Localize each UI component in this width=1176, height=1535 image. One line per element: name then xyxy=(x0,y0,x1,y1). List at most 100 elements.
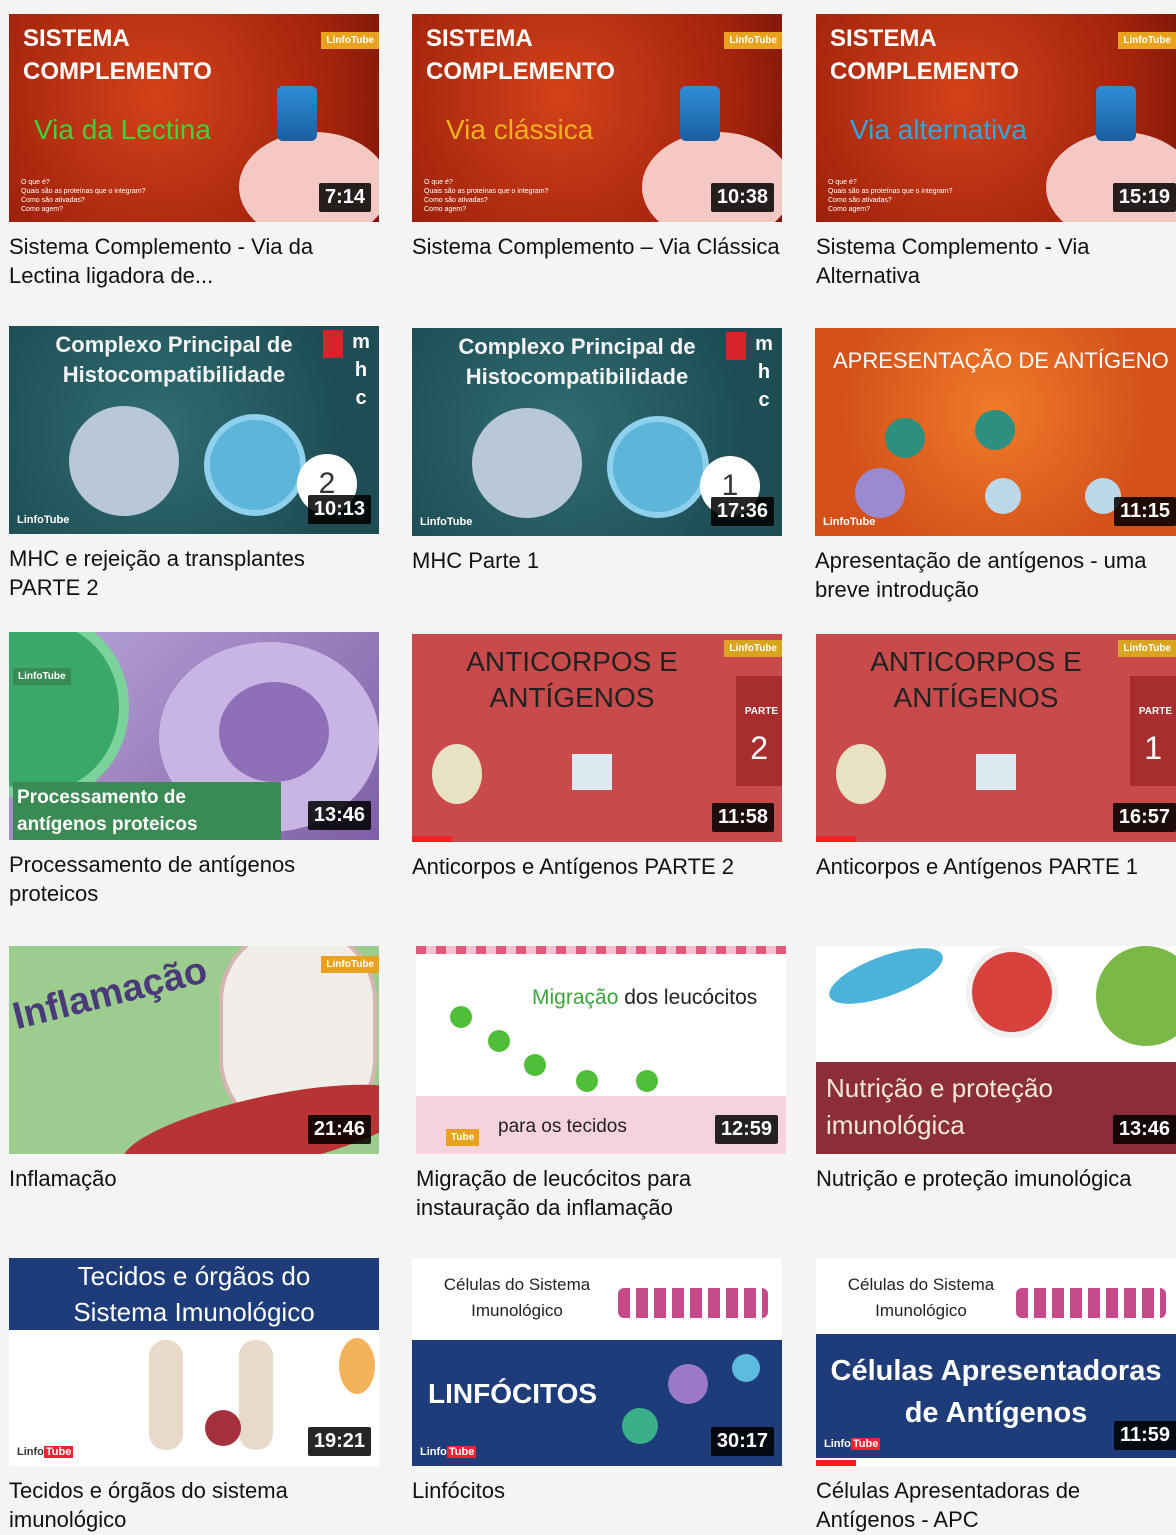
channel-logo: LinfoTube xyxy=(321,956,379,973)
video-title[interactable]: Tecidos e órgãos do sistema imunológico xyxy=(9,1476,379,1534)
video-thumbnail[interactable]: ANTICORPOS E ANTÍGENOS LinfoTube PARTE 2… xyxy=(412,634,782,842)
channel-logo: LinfoTube xyxy=(420,1446,477,1458)
video-duration: 10:13 xyxy=(307,495,371,524)
leukocyte-illustration xyxy=(488,1030,510,1052)
leukocyte-illustration xyxy=(636,1070,658,1092)
channel-logo: LinfoTube xyxy=(17,514,70,526)
thumb-heading: ANTICORPOS E ANTÍGENOS xyxy=(870,646,1082,713)
video-thumbnail[interactable]: Migração dos leucócitos para os tecidos … xyxy=(416,946,786,1154)
video-card[interactable]: Inflamação LinfoTube 21:46 Inflamação xyxy=(9,946,379,1193)
video-thumbnail[interactable]: Processamento de antígenos proteicos Lin… xyxy=(9,632,379,840)
video-card[interactable]: ANTICORPOS E ANTÍGENOS LinfoTube PARTE 2… xyxy=(412,634,782,881)
video-card[interactable]: Nutrição e proteção imunológica 13:46 Nu… xyxy=(816,946,1176,1193)
thumb-heading: Nutrição e proteção imunológica xyxy=(826,1073,1053,1140)
thumb-heading: Tecidos e órgãos do Sistema Imunológico xyxy=(73,1261,315,1327)
video-title[interactable]: Apresentação de antígenos - uma breve in… xyxy=(815,546,1176,604)
video-card[interactable]: Células do Sistema Imunológico LINFÓCITO… xyxy=(412,1258,782,1505)
video-card[interactable]: Células do Sistema Imunológico Células A… xyxy=(816,1258,1176,1534)
video-card[interactable]: Migração dos leucócitos para os tecidos … xyxy=(416,946,786,1222)
channel-illustration xyxy=(277,86,317,141)
video-title[interactable]: Migração de leucócitos para instauração … xyxy=(416,1164,786,1222)
video-thumbnail[interactable]: Células do Sistema Imunológico LINFÓCITO… xyxy=(412,1258,782,1466)
cells-tree-illustration xyxy=(618,1288,768,1318)
antibody-illustration xyxy=(572,754,612,790)
video-duration: 16:57 xyxy=(1112,803,1176,832)
video-thumbnail[interactable]: LinfoTube SISTEMA COMPLEMENTO Via altern… xyxy=(816,14,1176,222)
video-thumbnail[interactable]: APRESENTAÇÃO DE ANTÍGENO LinfoTube 11:15 xyxy=(815,328,1176,536)
video-thumbnail[interactable]: LinfoTube SISTEMA COMPLEMENTO Via da Lec… xyxy=(9,14,379,222)
cell-illustration xyxy=(9,632,129,802)
video-thumbnail[interactable]: Células do Sistema Imunológico Células A… xyxy=(816,1258,1176,1466)
video-thumbnail[interactable]: Complexo Principal de Histocompatibilida… xyxy=(412,328,782,536)
video-title[interactable]: Sistema Complemento – Via Clássica xyxy=(412,232,782,261)
thumb-subtitle: Via da Lectina xyxy=(34,114,211,145)
video-duration: 7:14 xyxy=(318,183,371,212)
thumb-heading: APRESENTAÇÃO DE ANTÍGENO xyxy=(833,348,1169,373)
cell-illustration xyxy=(732,1354,760,1382)
video-duration: 30:17 xyxy=(710,1427,774,1456)
video-card[interactable]: LinfoTube SISTEMA COMPLEMENTO Via clássi… xyxy=(412,14,782,261)
video-thumbnail[interactable]: Nutrição e proteção imunológica 13:46 xyxy=(816,946,1176,1154)
mhc-label-bar xyxy=(323,330,343,358)
video-title[interactable]: Células Apresentadoras de Antígenos - AP… xyxy=(816,1476,1176,1534)
heart-food-illustration xyxy=(966,946,1058,1038)
thumb-heading: Processamento de antígenos proteicos xyxy=(13,782,281,840)
channel-logo: LinfoTube xyxy=(1118,32,1176,49)
video-card[interactable]: Complexo Principal de Histocompatibilida… xyxy=(412,328,782,575)
video-card[interactable]: Processamento de antígenos proteicos Lin… xyxy=(9,632,379,908)
video-duration: 15:19 xyxy=(1112,183,1176,212)
thumb-part-label: PARTE xyxy=(1138,706,1172,717)
leukocyte-illustration xyxy=(576,1070,598,1092)
video-title[interactable]: MHC e rejeição a transplantes PARTE 2 xyxy=(9,544,379,602)
video-title[interactable]: Sistema Complemento - Via da Lectina lig… xyxy=(9,232,379,290)
video-thumbnail[interactable]: LinfoTube SISTEMA COMPLEMENTO Via clássi… xyxy=(412,14,782,222)
progress-bar xyxy=(816,836,856,842)
leukocyte-illustration xyxy=(450,1006,472,1028)
video-thumbnail[interactable]: Tecidos e órgãos do Sistema Imunológico … xyxy=(9,1258,379,1466)
channel-logo: LinfoTube xyxy=(823,516,876,528)
video-duration: 13:46 xyxy=(307,801,371,830)
video-title[interactable]: Processamento de antígenos proteicos xyxy=(9,850,379,908)
thumb-heading: SISTEMA COMPLEMENTO xyxy=(830,25,1019,85)
mhc-label-bar xyxy=(726,332,746,360)
video-title[interactable]: Linfócitos xyxy=(412,1476,782,1505)
thumb-heading: SISTEMA COMPLEMENTO xyxy=(23,25,212,85)
body-illustration xyxy=(149,1340,183,1450)
channel-logo: LinfoTube xyxy=(724,32,782,49)
cell-illustration xyxy=(472,408,582,518)
channel-logo: LinfoTube xyxy=(1118,640,1176,657)
video-duration: 19:21 xyxy=(307,1427,371,1456)
thumb-side-label: mhc xyxy=(755,333,773,411)
progress-bar xyxy=(816,1460,856,1466)
video-card[interactable]: Tecidos e órgãos do Sistema Imunológico … xyxy=(9,1258,379,1534)
video-title[interactable]: MHC Parte 1 xyxy=(412,546,782,575)
channel-logo: LinfoTube xyxy=(13,668,71,685)
channel-logo: LinfoTube xyxy=(17,1446,74,1458)
video-thumbnail[interactable]: Complexo Principal de Histocompatibilida… xyxy=(9,326,379,534)
thumb-heading: ANTICORPOS E ANTÍGENOS xyxy=(466,646,678,713)
leukocyte-illustration xyxy=(524,1054,546,1076)
video-card[interactable]: LinfoTube SISTEMA COMPLEMENTO Via da Lec… xyxy=(9,14,379,290)
thumb-heading: Inflamação xyxy=(9,949,212,1039)
cell-illustration xyxy=(622,1408,658,1444)
video-title[interactable]: Nutrição e proteção imunológica xyxy=(816,1164,1176,1193)
cell-illustration xyxy=(855,468,905,518)
video-card[interactable]: Complexo Principal de Histocompatibilida… xyxy=(9,326,379,602)
video-thumbnail[interactable]: Inflamação LinfoTube 21:46 xyxy=(9,946,379,1154)
channel-illustration xyxy=(1096,86,1136,141)
video-thumbnail[interactable]: ANTICORPOS E ANTÍGENOS LinfoTube PARTE 1… xyxy=(816,634,1176,842)
thumb-heading: Células do Sistema Imunológico xyxy=(847,1275,995,1320)
cell-illustration xyxy=(975,410,1015,450)
video-duration: 13:46 xyxy=(1112,1115,1176,1144)
body-illustration xyxy=(239,1340,273,1450)
video-title[interactable]: Anticorpos e Antígenos PARTE 1 xyxy=(816,852,1176,881)
channel-logo: Tube xyxy=(446,1129,480,1146)
video-title[interactable]: Inflamação xyxy=(9,1164,379,1193)
fish-illustration xyxy=(822,946,950,1016)
video-card[interactable]: ANTICORPOS E ANTÍGENOS LinfoTube PARTE 1… xyxy=(816,634,1176,881)
video-title[interactable]: Sistema Complemento - Via Alternativa xyxy=(816,232,1176,290)
video-card[interactable]: APRESENTAÇÃO DE ANTÍGENO LinfoTube 11:15… xyxy=(815,328,1176,604)
video-title[interactable]: Anticorpos e Antígenos PARTE 2 xyxy=(412,852,782,881)
apple-illustration xyxy=(1096,946,1176,1046)
video-card[interactable]: LinfoTube SISTEMA COMPLEMENTO Via altern… xyxy=(816,14,1176,290)
